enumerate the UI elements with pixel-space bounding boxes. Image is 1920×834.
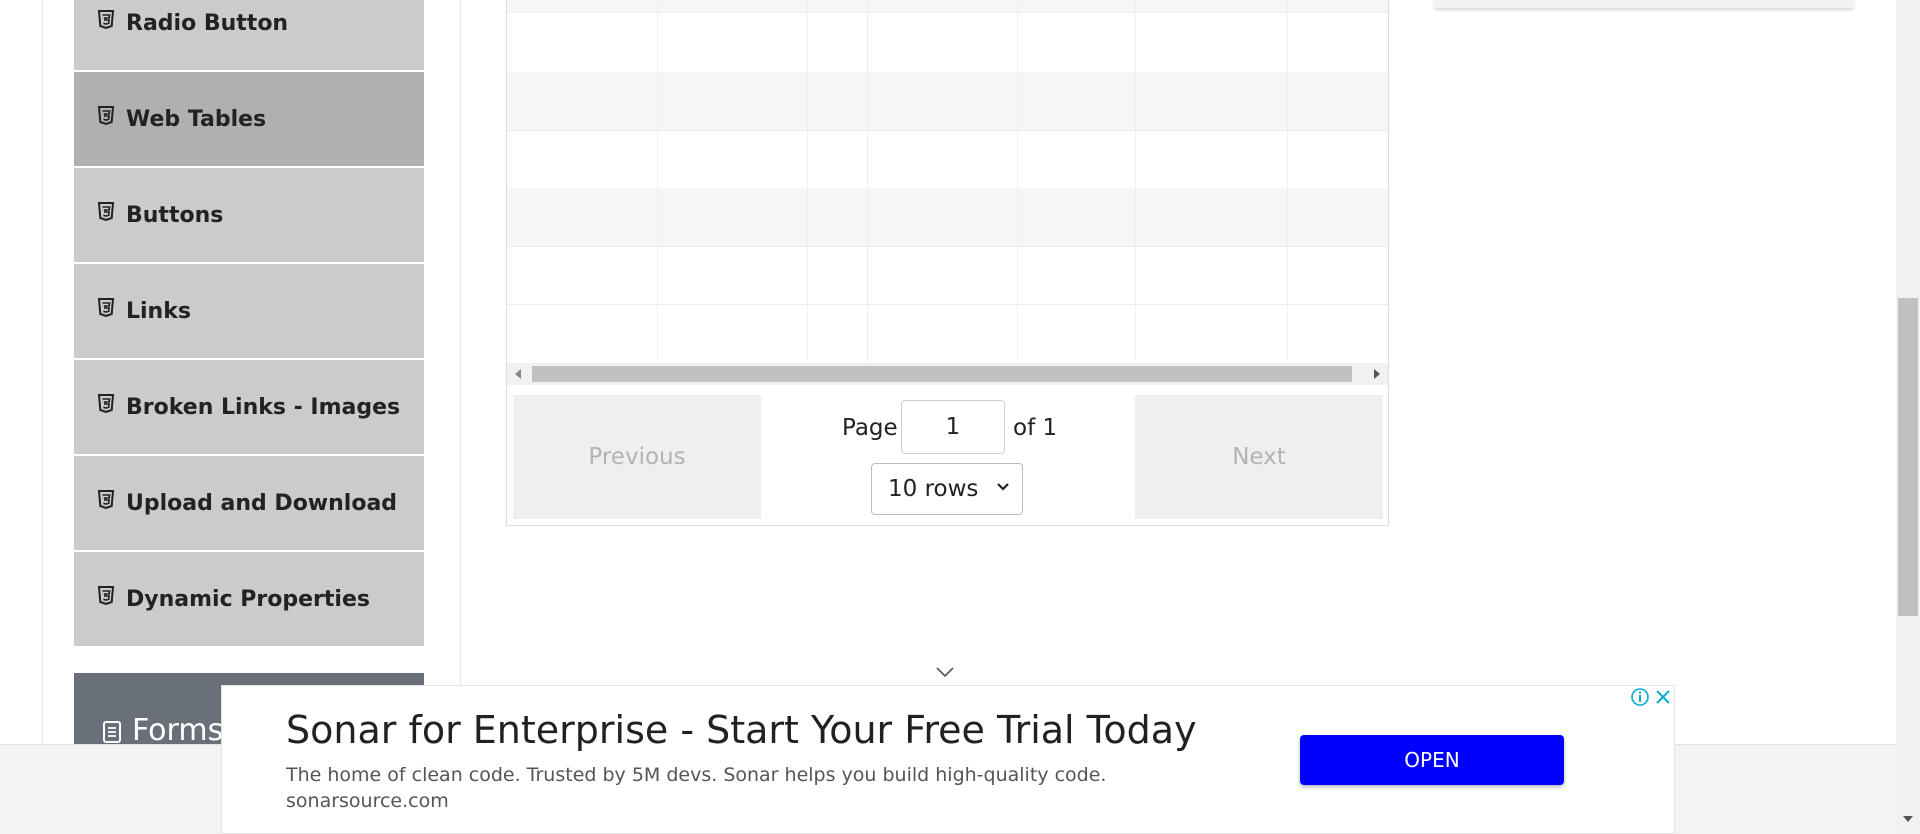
pagination: Previous Page of 1 10 rows Next xyxy=(507,389,1388,525)
side-image xyxy=(1434,0,1854,8)
column-divider xyxy=(807,0,808,361)
sidebar-item-upload-and-download[interactable]: Upload and Download xyxy=(74,456,424,551)
ad-domain[interactable]: sonarsource.com xyxy=(286,790,449,812)
ad-open-button[interactable]: OPEN xyxy=(1300,735,1564,785)
sidebar-item-web-tables[interactable]: Web Tables xyxy=(74,72,424,167)
ad-banner[interactable]: Sonar for Enterprise - Start Your Free T… xyxy=(221,685,1675,834)
forms-group-label: Forms xyxy=(132,713,224,748)
table-row xyxy=(507,14,1388,73)
info-icon[interactable] xyxy=(1629,686,1651,708)
rows-per-page-select[interactable]: 10 rows xyxy=(871,463,1023,515)
sidebar-item-broken-links-images[interactable]: Broken Links - Images xyxy=(74,360,424,455)
html5-icon xyxy=(97,106,115,126)
sidebar-item-links[interactable]: Links xyxy=(74,264,424,359)
column-divider xyxy=(1135,0,1136,361)
sidebar-item-label: Links xyxy=(126,298,191,324)
html5-icon xyxy=(97,586,115,606)
ad-title[interactable]: Sonar for Enterprise - Start Your Free T… xyxy=(286,708,1197,752)
ad-description: The home of clean code. Trusted by 5M de… xyxy=(286,764,1107,786)
html5-icon xyxy=(97,298,115,318)
sidebar-item-buttons[interactable]: Buttons xyxy=(74,168,424,263)
sidebar-item-label: Web Tables xyxy=(126,106,267,132)
column-divider xyxy=(1287,0,1288,361)
rows-per-page-value: 10 rows xyxy=(888,476,979,502)
page-label: Page xyxy=(842,415,898,441)
sidebar-left-border xyxy=(42,0,43,744)
scroll-down-arrow-icon[interactable] xyxy=(1903,816,1913,822)
scroll-left-arrow-icon[interactable] xyxy=(515,369,521,379)
table-row xyxy=(507,246,1388,305)
page-number-input[interactable] xyxy=(901,400,1005,454)
chevron-down-icon xyxy=(997,483,1009,491)
column-divider xyxy=(1017,0,1018,361)
html5-icon xyxy=(97,10,115,30)
chevron-down-icon[interactable] xyxy=(935,666,955,678)
scrollbar-thumb[interactable] xyxy=(1898,298,1918,616)
table-row xyxy=(507,0,1388,13)
sidebar-item-label: Upload and Download xyxy=(126,490,398,516)
page: Radio Button Web Tables Buttons Links Br… xyxy=(0,0,1920,834)
column-divider xyxy=(657,0,658,361)
sidebar-item-label: Broken Links - Images xyxy=(126,394,401,420)
vertical-scrollbar[interactable] xyxy=(1896,0,1920,834)
previous-button[interactable]: Previous xyxy=(513,395,761,519)
sidebar-item-dynamic-properties[interactable]: Dynamic Properties xyxy=(74,552,424,647)
html5-icon xyxy=(97,490,115,510)
sidebar-item-label: Buttons xyxy=(126,202,224,228)
sidebar-right-border xyxy=(460,0,461,744)
close-icon[interactable] xyxy=(1652,686,1674,708)
html5-icon xyxy=(97,202,115,222)
page-total: of 1 xyxy=(1013,415,1058,441)
document-icon xyxy=(103,721,121,743)
sidebar-item-label: Dynamic Properties xyxy=(126,586,370,612)
table-row xyxy=(507,304,1388,305)
sidebar-item-radio-button[interactable]: Radio Button xyxy=(74,0,424,71)
web-table: Previous Page of 1 10 rows Next xyxy=(506,0,1389,526)
horizontal-scrollbar[interactable] xyxy=(507,363,1388,385)
scroll-right-arrow-icon[interactable] xyxy=(1374,369,1380,379)
table-row xyxy=(507,130,1388,189)
table-row xyxy=(507,188,1388,247)
scrollbar-thumb[interactable] xyxy=(532,366,1352,382)
html5-icon xyxy=(97,394,115,414)
column-divider xyxy=(867,0,868,361)
table-row xyxy=(507,72,1388,131)
next-button[interactable]: Next xyxy=(1135,395,1383,519)
sidebar-item-label: Radio Button xyxy=(126,10,289,36)
